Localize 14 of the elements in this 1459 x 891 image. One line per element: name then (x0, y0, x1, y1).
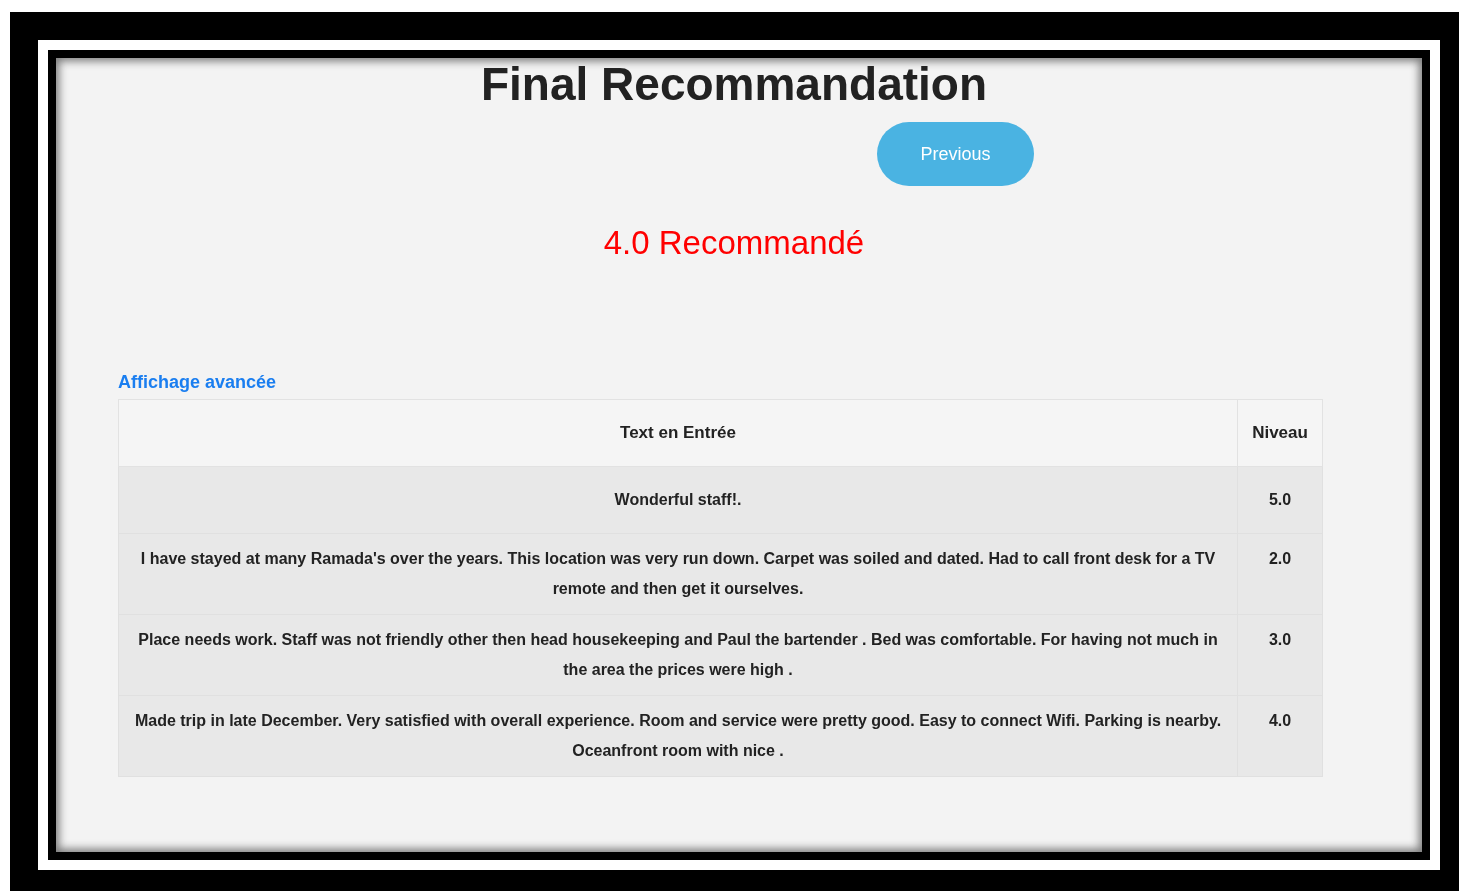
table-cell: 2.0 (1237, 533, 1323, 615)
page-title: Final Recommandation (479, 58, 989, 110)
table-cell: Place needs work. Staff was not friendly other then head housekeeping and Paul the bartender . Bed was comfortable. For having not much in the area the prices were high . (118, 614, 1238, 696)
table-cell: Made trip in late December. Very satisfied with overall experience. Room and service were pretty good. Easy to connect Wifi. Parking is nearby. Oceanfront room with nice . (118, 695, 1238, 777)
table-cell: Wonderful staff!. (118, 466, 1238, 534)
table-cell: 4.0 (1237, 695, 1323, 777)
advanced-view-link[interactable]: Affichage avancée (118, 372, 277, 392)
previous-button[interactable]: Previous (877, 122, 1034, 186)
table-cell: I have stayed at many Ramada's over the years. This location was very run down. Carpet was soiled and dated. Had to call front desk for a TV remote and then get it ourselves. (118, 533, 1238, 615)
column-header: Niveau (1237, 399, 1323, 467)
table-cell: 3.0 (1237, 614, 1323, 696)
recommendation-result: 4.0 Recommandé (602, 224, 866, 262)
column-header: Text en Entrée (118, 399, 1238, 467)
table-cell: 5.0 (1237, 466, 1323, 534)
